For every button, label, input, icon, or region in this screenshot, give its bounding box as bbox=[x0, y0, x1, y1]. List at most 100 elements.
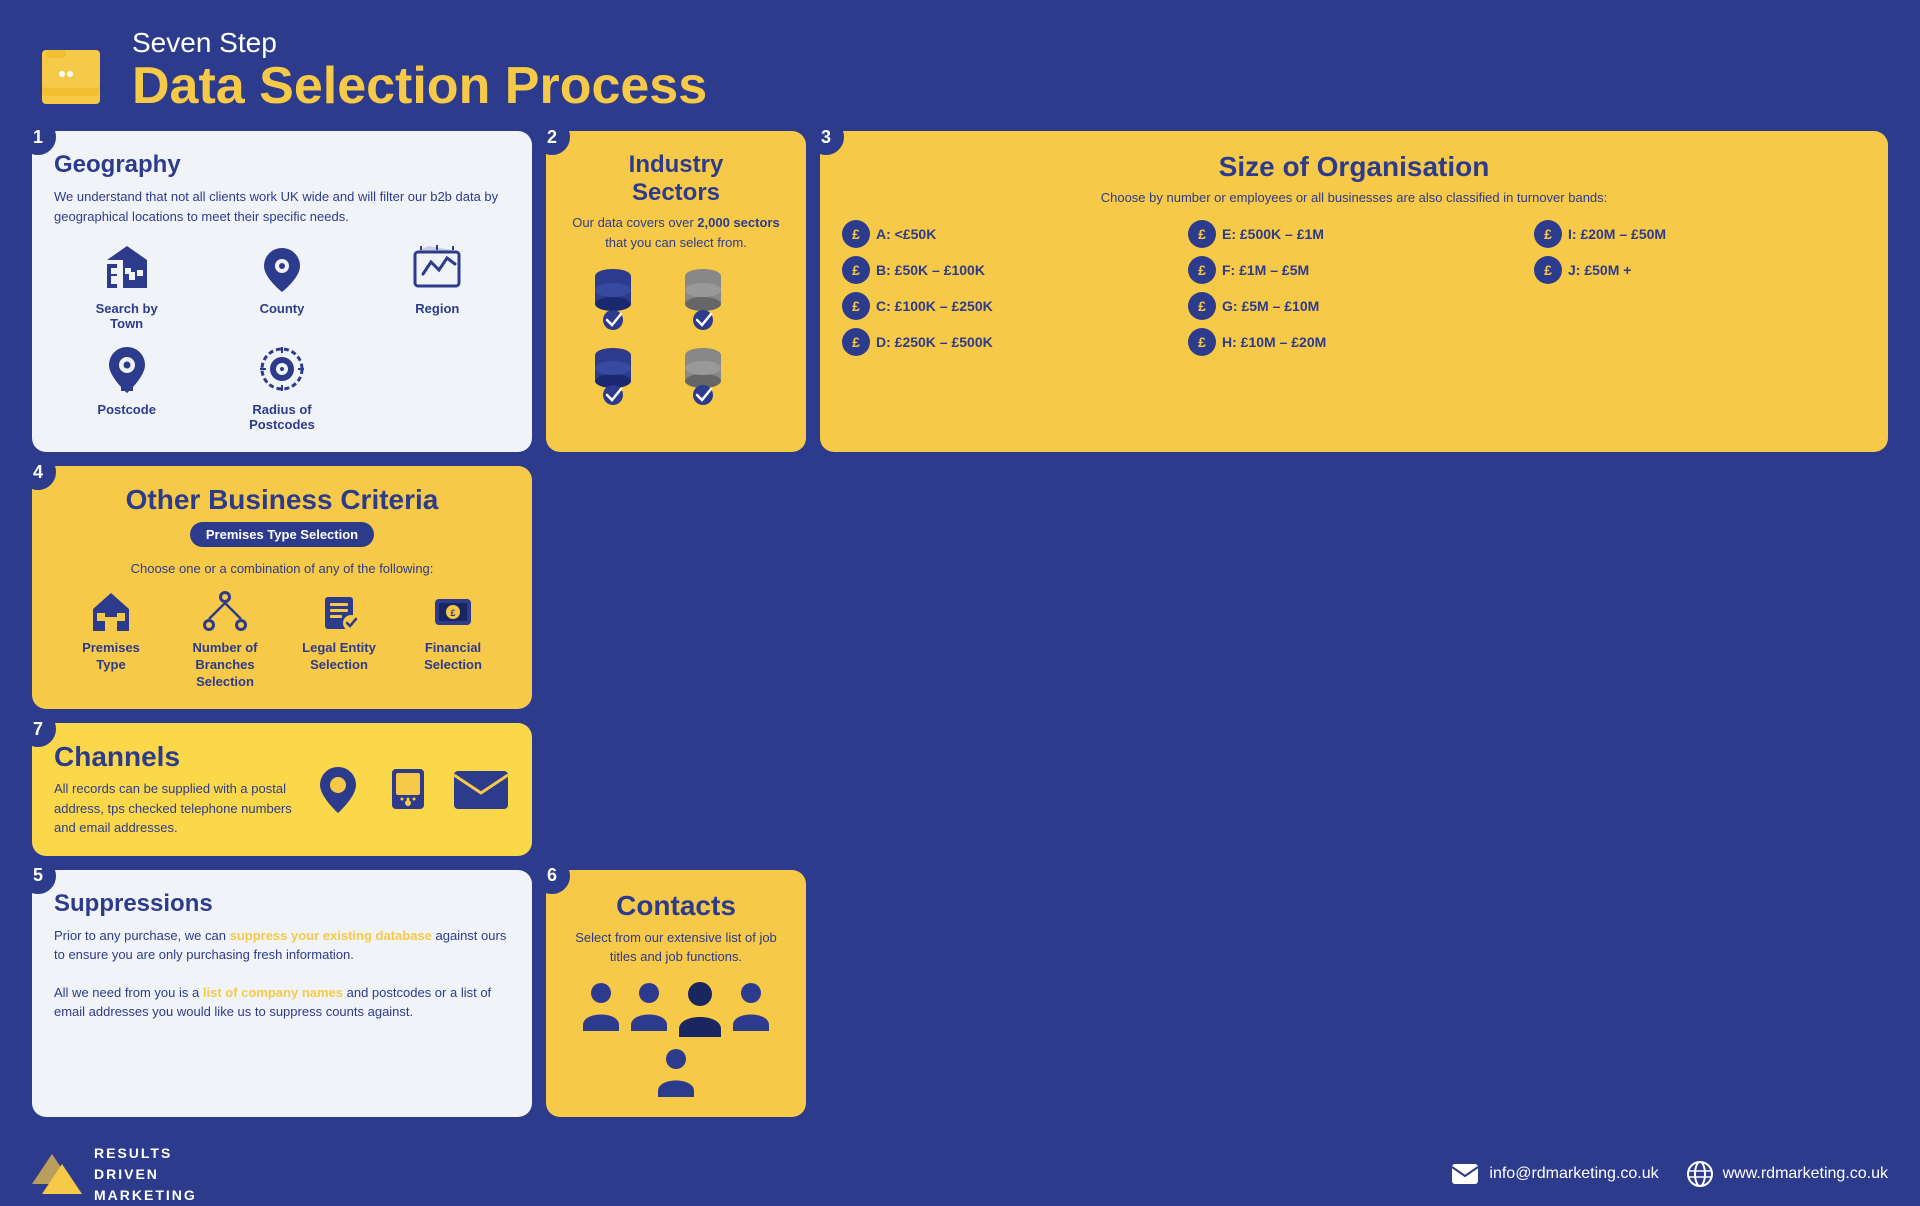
geo-item-postcode: Postcode bbox=[54, 341, 199, 432]
town-label: Search byTown bbox=[96, 301, 158, 331]
footer-email-icon bbox=[1451, 1163, 1479, 1185]
radius-label: Radius ofPostcodes bbox=[249, 402, 315, 432]
branches-icon bbox=[201, 586, 249, 636]
header: Seven Step Data Selection Process bbox=[32, 28, 1888, 113]
radius-icon bbox=[252, 341, 312, 396]
legal-entity-label: Legal EntitySelection bbox=[302, 640, 376, 674]
contacts-person-icons bbox=[568, 979, 784, 1097]
size-title: Size of Organisation bbox=[842, 151, 1866, 183]
header-icon bbox=[32, 36, 112, 106]
step-5-badge: 5 bbox=[20, 858, 56, 894]
branches-label: Number ofBranchesSelection bbox=[193, 640, 258, 691]
channels-card: 7 Channels All records can be supplied w… bbox=[32, 723, 532, 856]
pound-icon-a: £ bbox=[842, 220, 870, 248]
step-4-badge: 4 bbox=[20, 454, 56, 490]
footer-contact: info@rdmarketing.co.uk www.rdmarketing.c… bbox=[1451, 1161, 1888, 1187]
footer-email: info@rdmarketing.co.uk bbox=[1451, 1163, 1658, 1185]
pound-icon-j: £ bbox=[1534, 256, 1562, 284]
pound-icon-i: £ bbox=[1534, 220, 1562, 248]
contacts-title: Contacts bbox=[568, 890, 784, 922]
postcode-label: Postcode bbox=[97, 402, 156, 417]
step-1-badge: 1 bbox=[20, 119, 56, 155]
channels-icons-row bbox=[312, 763, 510, 815]
company-names-highlight: list of company names bbox=[203, 985, 343, 1000]
step-6-badge: 6 bbox=[534, 858, 570, 894]
other-entity-item: Legal EntitySelection bbox=[282, 586, 396, 674]
industry-description: Our data covers over 2,000 sectors that … bbox=[568, 213, 784, 252]
town-icon bbox=[97, 240, 157, 295]
channels-text-block: Channels All records can be supplied wit… bbox=[54, 741, 292, 838]
premises-type-icon bbox=[89, 586, 133, 636]
size-band-g: £ G: £5M – £10M bbox=[1188, 292, 1520, 320]
step-2-badge: 2 bbox=[534, 119, 570, 155]
other-business-title: Other Business Criteria bbox=[54, 484, 510, 516]
pound-icon-b: £ bbox=[842, 256, 870, 284]
size-card: 3 Size of Organisation Choose by number … bbox=[820, 131, 1888, 452]
channels-description: All records can be supplied with a posta… bbox=[54, 779, 292, 838]
geo-item-county: County bbox=[209, 240, 354, 331]
step-7-badge: 7 bbox=[20, 711, 56, 747]
suppressions-title: Suppressions bbox=[54, 890, 510, 918]
pound-icon-e: £ bbox=[1188, 220, 1216, 248]
location-pin-icon bbox=[312, 763, 364, 815]
size-band-h: £ H: £10M – £20M bbox=[1188, 328, 1520, 356]
geography-icons-grid: Search byTown County bbox=[54, 240, 510, 432]
footer: RESULTS DRIVEN MARKETING info@rdmarketin… bbox=[32, 1131, 1888, 1206]
svg-text:£: £ bbox=[450, 608, 455, 618]
other-financial-item: £ FinancialSelection bbox=[396, 586, 510, 674]
other-business-card: 4 Other Business Criteria Premises Type … bbox=[32, 466, 532, 709]
footer-globe-icon bbox=[1687, 1161, 1713, 1187]
pound-icon-f: £ bbox=[1188, 256, 1216, 284]
suppressions-text-2: All we need from you is a list of compan… bbox=[54, 983, 510, 1022]
region-icon bbox=[407, 240, 467, 295]
postcode-icon bbox=[97, 341, 157, 396]
company-name-text: RESULTS DRIVEN MARKETING bbox=[94, 1143, 197, 1206]
size-band-d: £ D: £250K – £500K bbox=[842, 328, 1174, 356]
other-premises-item: PremisesType bbox=[54, 586, 168, 674]
suppressions-text-1: Prior to any purchase, we can suppress y… bbox=[54, 926, 510, 965]
footer-website: www.rdmarketing.co.uk bbox=[1687, 1161, 1888, 1187]
geo-item-town: Search byTown bbox=[54, 240, 199, 331]
premises-type-label: PremisesType bbox=[82, 640, 140, 674]
other-business-subtitle: Choose one or a combination of any of th… bbox=[54, 561, 510, 576]
county-icon bbox=[252, 240, 312, 295]
website-url: www.rdmarketing.co.uk bbox=[1723, 1165, 1888, 1183]
header-title: Data Selection Process bbox=[132, 59, 707, 114]
footer-logo: RESULTS DRIVEN MARKETING bbox=[32, 1143, 197, 1206]
contacts-description: Select from our extensive list of job ti… bbox=[568, 928, 784, 967]
size-band-j: £ J: £50M + bbox=[1534, 256, 1866, 284]
size-bands-grid: £ A: <£50K £ E: £500K – £1M £ I: £20M – … bbox=[842, 220, 1866, 356]
pound-icon-c: £ bbox=[842, 292, 870, 320]
size-subtitle: Choose by number or employees or all bus… bbox=[842, 189, 1866, 207]
email-address: info@rdmarketing.co.uk bbox=[1489, 1165, 1658, 1183]
financial-icon: £ bbox=[431, 586, 475, 636]
size-band-e: £ E: £500K – £1M bbox=[1188, 220, 1520, 248]
industry-card: 2 IndustrySectors Our data covers over 2… bbox=[546, 131, 806, 452]
geography-card: 1 Geography We understand that not all c… bbox=[32, 131, 532, 452]
pound-icon-d: £ bbox=[842, 328, 870, 356]
premises-type-badge: Premises Type Selection bbox=[190, 522, 374, 547]
size-band-b: £ B: £50K – £100K bbox=[842, 256, 1174, 284]
header-text-block: Seven Step Data Selection Process bbox=[132, 28, 707, 113]
geo-item-radius: Radius ofPostcodes bbox=[209, 341, 354, 432]
pound-icon-h: £ bbox=[1188, 328, 1216, 356]
other-branches-item: Number ofBranchesSelection bbox=[168, 586, 282, 691]
step-3-badge: 3 bbox=[808, 119, 844, 155]
channels-title: Channels bbox=[54, 741, 292, 773]
legal-entity-icon bbox=[317, 586, 361, 636]
size-band-i: £ I: £20M – £50M bbox=[1534, 220, 1866, 248]
geography-title: Geography bbox=[54, 151, 510, 179]
region-label: Region bbox=[415, 301, 459, 316]
suppress-highlight: suppress your existing database bbox=[230, 928, 432, 943]
rdm-logo-icon bbox=[32, 1154, 82, 1194]
size-band-f: £ F: £1M – £5M bbox=[1188, 256, 1520, 284]
email-icon bbox=[452, 765, 510, 813]
geography-description: We understand that not all clients work … bbox=[54, 187, 510, 226]
other-icons-row: PremisesType bbox=[54, 586, 510, 691]
database-icons-2 bbox=[568, 343, 784, 408]
header-subtitle: Seven Step bbox=[132, 28, 707, 59]
pound-icon-g: £ bbox=[1188, 292, 1216, 320]
industry-title: IndustrySectors bbox=[568, 151, 784, 207]
size-band-a: £ A: <£50K bbox=[842, 220, 1174, 248]
county-label: County bbox=[260, 301, 305, 316]
